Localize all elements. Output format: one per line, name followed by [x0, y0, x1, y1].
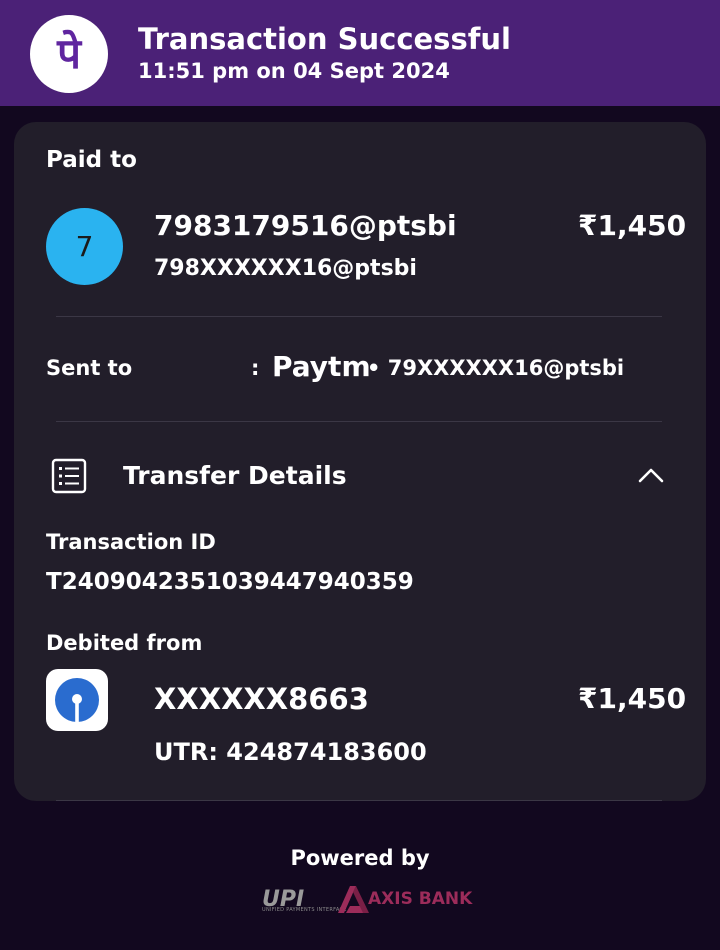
- sent-to-separator: :: [251, 356, 260, 380]
- debited-amount: ₹1,450: [578, 682, 687, 715]
- paid-amount: ₹1,450: [578, 209, 687, 242]
- payee-avatar: 7: [46, 208, 123, 285]
- transfer-details-title[interactable]: Transfer Details: [123, 461, 347, 490]
- sent-to-label: Sent to: [46, 356, 133, 380]
- phonepe-logo-icon: पे: [30, 15, 108, 93]
- transaction-timestamp: 11:51 pm on 04 Sept 2024: [138, 59, 450, 83]
- divider: [56, 316, 662, 317]
- divider: [56, 421, 662, 422]
- transaction-status-title: Transaction Successful: [138, 22, 511, 56]
- payee-avatar-letter: 7: [75, 230, 94, 263]
- axis-bank-logo-icon: [338, 886, 369, 913]
- sent-to-upi-id: • 79XXXXXX16@ptsbi: [367, 356, 625, 380]
- upi-logo-subtext: UNIFIED PAYMENTS INTERFACE: [262, 907, 347, 913]
- transaction-id-value[interactable]: T2409042351039447940359: [46, 569, 414, 595]
- debited-from-label: Debited from: [46, 631, 203, 655]
- paytm-logo: Paytm: [272, 350, 371, 383]
- axis-bank-name: AXIS BANK: [368, 889, 473, 909]
- payee-upi-id: 798XXXXXX16@ptsbi: [154, 256, 417, 281]
- sbi-logo-icon: [55, 678, 99, 722]
- receipt-list-icon: [51, 458, 87, 494]
- chevron-up-icon[interactable]: [638, 466, 664, 484]
- debit-account-number: XXXXXX8663: [154, 682, 369, 716]
- sbi-logo-icon: [46, 669, 108, 731]
- payee-name: 7983179516@ptsbi: [154, 209, 457, 242]
- divider: [56, 800, 662, 801]
- powered-by-label: Powered by: [290, 846, 430, 870]
- utr-number[interactable]: UTR: 424874183600: [154, 738, 427, 766]
- paid-to-label: Paid to: [46, 147, 137, 173]
- transaction-id-label: Transaction ID: [46, 530, 216, 554]
- transaction-header: पे Transaction Successful 11:51 pm on 04…: [0, 0, 720, 106]
